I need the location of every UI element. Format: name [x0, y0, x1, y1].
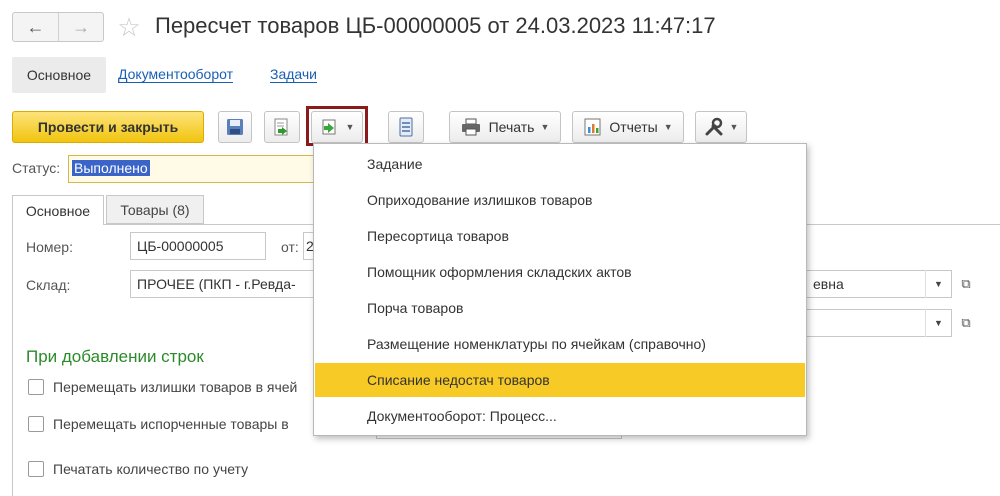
chevron-down-icon: ▼ — [729, 122, 739, 132]
print-quantity-checkbox[interactable] — [28, 461, 44, 477]
status-label: Статус: — [12, 160, 61, 176]
menu-item-damage[interactable]: Порча товаров — [315, 291, 805, 325]
print-label: Печать — [488, 119, 535, 135]
reports-button[interactable]: Отчеты ▼ — [572, 111, 684, 143]
move-damaged-checkbox[interactable] — [28, 416, 44, 432]
page-title: Пересчет товаров ЦБ-00000005 от 24.03.20… — [155, 13, 716, 38]
tab-tasks[interactable]: Задачи — [270, 66, 317, 82]
chevron-down-icon[interactable]: ▼ — [925, 270, 951, 298]
print-button[interactable]: Печать ▼ — [449, 111, 561, 143]
from-label: от: — [281, 239, 299, 255]
post-button[interactable] — [264, 111, 300, 143]
menu-item-docflow-process[interactable]: Документооборот: Процесс... — [315, 399, 805, 433]
inner-tab-goods[interactable]: Товары (8) — [106, 195, 204, 224]
floppy-disk-icon — [227, 119, 243, 135]
tab-docflow[interactable]: Документооборот — [118, 66, 233, 82]
printer-icon — [461, 118, 480, 136]
favorite-button[interactable]: ☆ — [114, 12, 144, 42]
chevron-down-icon: ▼ — [663, 122, 673, 132]
more-actions-button[interactable]: ▼ — [695, 111, 747, 143]
create-based-on-menu: Задание Оприходование излишков товаров П… — [313, 143, 807, 436]
history-nav: ← → — [12, 12, 104, 42]
status-value: Выполнено — [72, 160, 150, 176]
move-damaged-label: Перемещать испорченные товары в — [53, 416, 289, 432]
chevron-down-icon: ▼ — [540, 122, 550, 132]
move-surplus-checkbox[interactable] — [28, 379, 44, 395]
tools-icon — [705, 117, 723, 136]
star-icon: ☆ — [117, 11, 141, 42]
menu-item-writeoff-shortage[interactable]: Списание недостач товаров — [315, 363, 805, 397]
reports-label: Отчеты — [609, 119, 658, 135]
post-document-icon — [274, 118, 288, 136]
open-icon[interactable]: ⧉ — [954, 272, 978, 296]
post-and-close-button[interactable]: Провести и закрыть — [12, 111, 204, 143]
open-icon[interactable]: ⧉ — [954, 311, 978, 335]
forward-button[interactable]: → — [58, 13, 103, 41]
menu-item-task[interactable]: Задание — [315, 147, 805, 181]
menu-item-cell-placement[interactable]: Размещение номенклатуры по ячейкам (спра… — [315, 327, 805, 361]
arrow-right-icon: → — [72, 16, 90, 37]
print-quantity-label: Печатать количество по учету — [53, 461, 249, 477]
arrow-left-icon: ← — [26, 16, 45, 37]
chevron-down-icon[interactable]: ▼ — [925, 309, 951, 337]
section-title: При добавлении строк — [26, 347, 204, 366]
structure-button[interactable] — [388, 111, 424, 143]
menu-item-acts-assistant[interactable]: Помощник оформления складских актов — [315, 255, 805, 289]
tab-panel-border — [12, 224, 13, 496]
warehouse-field[interactable]: ПРОЧЕЕ (ПКП - г.Ревда- — [130, 270, 316, 298]
number-label: Номер: — [26, 239, 73, 255]
menu-item-surplus[interactable]: Оприходование излишков товаров — [315, 183, 805, 217]
inner-tab-main[interactable]: Основное — [12, 195, 104, 225]
number-field[interactable]: ЦБ-00000005 — [130, 232, 266, 260]
report-chart-icon — [584, 118, 601, 136]
warehouse-label: Склад: — [26, 277, 71, 293]
move-surplus-label: Перемещать излишки товаров в ячей — [53, 379, 298, 395]
list-icon — [399, 117, 413, 137]
menu-item-regrading[interactable]: Пересортица товаров — [315, 219, 805, 253]
active-button-highlight — [306, 106, 368, 146]
save-button[interactable] — [218, 111, 252, 143]
back-button[interactable]: ← — [13, 13, 58, 41]
tab-main[interactable]: Основное — [12, 57, 106, 93]
